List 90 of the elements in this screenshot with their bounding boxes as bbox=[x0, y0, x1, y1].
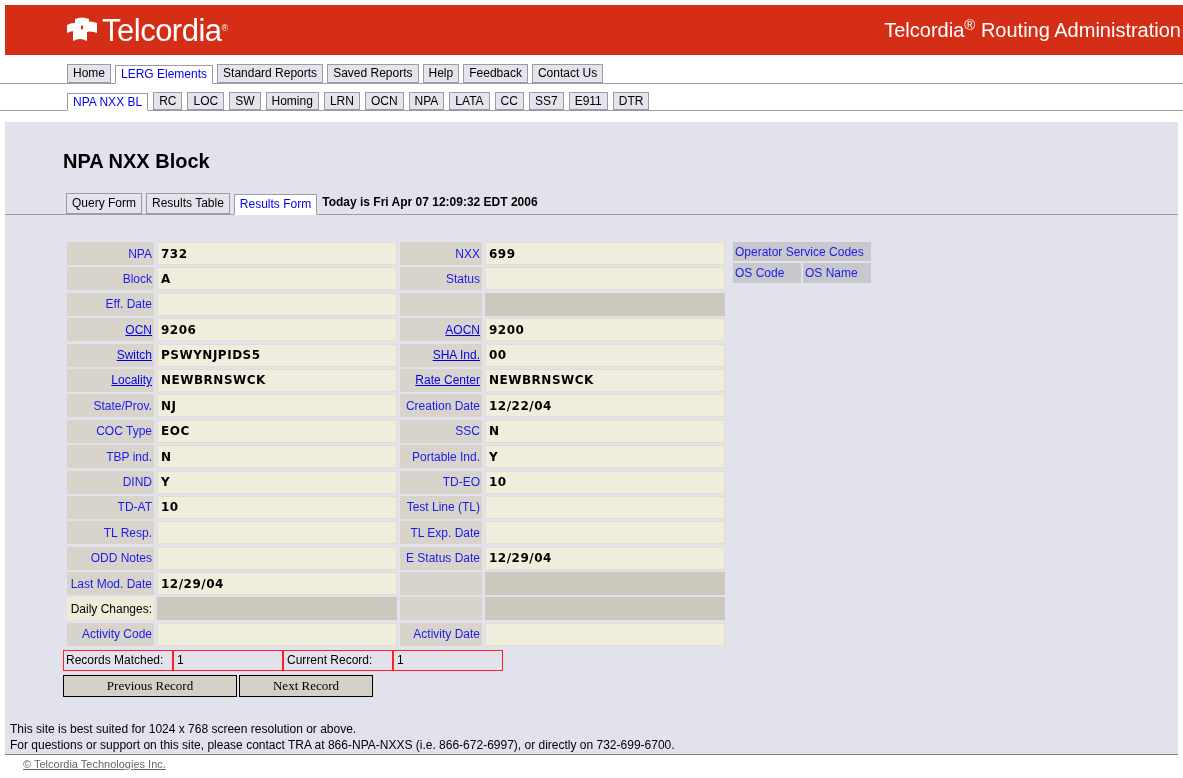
registered-mark: ® bbox=[221, 23, 229, 33]
os-panel-title: Operator Service Codes bbox=[733, 242, 871, 261]
field-label: NXX bbox=[400, 242, 482, 265]
field-value: NEWBRNSWCK bbox=[157, 368, 397, 392]
field-label-link[interactable]: OCN bbox=[125, 320, 152, 339]
field-label: State/Prov. bbox=[67, 394, 154, 418]
nav-tab[interactable]: SW bbox=[229, 92, 261, 110]
field-label-link[interactable]: Rate Center bbox=[415, 371, 480, 390]
field-value: EOC bbox=[157, 419, 397, 443]
flags-logo-icon bbox=[65, 17, 99, 43]
field-value: 699 bbox=[485, 242, 725, 265]
nav-tab[interactable]: SS7 bbox=[528, 92, 564, 110]
nav-tab[interactable]: DTR bbox=[612, 92, 650, 110]
field-label: Eff. Date bbox=[67, 292, 154, 316]
field-label: DIND bbox=[67, 470, 154, 494]
logo-text: Telcordia bbox=[102, 14, 222, 46]
field-label: SSC bbox=[400, 419, 482, 443]
nav-tab[interactable]: RC bbox=[153, 92, 183, 110]
field-label-link[interactable]: AOCN bbox=[445, 320, 480, 339]
current-record-value: 1 bbox=[393, 649, 503, 671]
field-value: 10 bbox=[485, 470, 725, 494]
nav-tab[interactable]: E911 bbox=[568, 92, 608, 110]
nav-tab[interactable]: Feedback bbox=[463, 64, 528, 83]
app-title: Telcordia$^{®}$ Routing Administration bbox=[884, 15, 1181, 43]
record-nav-button[interactable]: Previous Record bbox=[63, 674, 237, 697]
field-label: Portable Ind. bbox=[400, 445, 482, 469]
field-label-link[interactable]: SHA Ind. bbox=[432, 346, 480, 365]
field-label: Last Mod. Date bbox=[67, 572, 154, 596]
field-value: N bbox=[157, 445, 397, 469]
nav-tab[interactable]: Standard Reports bbox=[217, 64, 324, 83]
field-label-link[interactable]: Locality bbox=[111, 371, 152, 390]
footer-note: For questions or support on this site, please contact TRA at 866-NPA-NXXS (i.e. 866-672-6997), or directly on 732-699-6700. bbox=[10, 737, 676, 753]
field-value: Y bbox=[485, 445, 725, 469]
nav-tab[interactable]: OCN bbox=[364, 92, 404, 110]
nav-tab[interactable]: Homing bbox=[265, 92, 319, 110]
field-label: Test Line (TL) bbox=[400, 495, 482, 519]
field-value: 00 bbox=[485, 343, 725, 367]
footer-note: This site is best suited for 1024 x 768 screen resolution or above. bbox=[10, 721, 358, 737]
field-value: 12/29/04 bbox=[485, 546, 725, 570]
page-title: NPA NXX Block bbox=[63, 149, 211, 174]
record-nav-button[interactable]: Next Record bbox=[239, 674, 373, 697]
field-value: NEWBRNSWCK bbox=[485, 368, 725, 392]
field-label: NPA bbox=[67, 242, 154, 265]
field-label: Daily Changes: bbox=[67, 597, 154, 621]
nav-tab[interactable]: LOC bbox=[187, 92, 225, 110]
nav-tab[interactable]: Results Table bbox=[146, 193, 230, 214]
field-label: TD-EO bbox=[400, 470, 482, 494]
nav-tab[interactable]: LATA bbox=[449, 92, 490, 110]
field-label: TD-AT bbox=[67, 495, 154, 519]
field-value: 9200 bbox=[485, 318, 725, 342]
records-matched-value: 1 bbox=[173, 649, 283, 671]
column-header: OS Name bbox=[803, 263, 871, 283]
field-value: 12/29/04 bbox=[157, 572, 397, 596]
field-label: COC Type bbox=[67, 419, 154, 443]
field-value: NJ bbox=[157, 394, 397, 418]
field-label: Activity Code bbox=[67, 622, 154, 646]
nav-tab[interactable]: Contact Us bbox=[531, 64, 604, 83]
nav-tab[interactable]: Saved Reports bbox=[327, 64, 419, 83]
field-value: PSWYNJPIDS5 bbox=[157, 343, 397, 367]
column-header: OS Code bbox=[733, 263, 801, 283]
field-label: E Status Date bbox=[400, 546, 482, 570]
nav-tab[interactable]: Help bbox=[422, 64, 460, 83]
field-value: A bbox=[157, 267, 397, 291]
nav-tab[interactable]: Query Form bbox=[66, 193, 142, 214]
nav-tab[interactable]: Home bbox=[67, 64, 111, 83]
current-record-label: Current Record: bbox=[283, 649, 393, 671]
nav-tab[interactable]: NPA bbox=[408, 92, 445, 110]
field-label: Activity Date bbox=[400, 622, 482, 646]
nav-tab[interactable]: LERG Elements bbox=[115, 65, 214, 84]
field-value: 9206 bbox=[157, 318, 397, 342]
nav-tab[interactable]: NPA NXX BL bbox=[67, 93, 149, 111]
field-label: TBP ind. bbox=[67, 445, 154, 469]
field-value: 732 bbox=[157, 242, 397, 265]
field-value: Y bbox=[157, 470, 397, 494]
nav-tab[interactable]: CC bbox=[494, 92, 524, 110]
field-value: 12/22/04 bbox=[485, 394, 725, 418]
field-label-link[interactable]: Switch bbox=[116, 346, 152, 365]
field-label: Block bbox=[67, 267, 154, 291]
field-label: TL Resp. bbox=[67, 521, 154, 545]
records-matched-label: Records Matched: bbox=[63, 649, 173, 671]
field-label: ODD Notes bbox=[67, 546, 154, 570]
copyright-text: © Telcordia Technologies Inc. bbox=[23, 758, 166, 770]
field-label: Creation Date bbox=[400, 394, 482, 418]
field-label: Status bbox=[400, 267, 482, 291]
field-value: 10 bbox=[157, 495, 397, 519]
nav-tab[interactable]: LRN bbox=[323, 92, 360, 110]
field-value: N bbox=[485, 419, 725, 443]
current-date-text: Today is Fri Apr 07 12:09:32 EDT 2006 bbox=[322, 194, 538, 211]
field-label: TL Exp. Date bbox=[400, 521, 482, 545]
nav-tab[interactable]: Results Form bbox=[233, 194, 318, 215]
